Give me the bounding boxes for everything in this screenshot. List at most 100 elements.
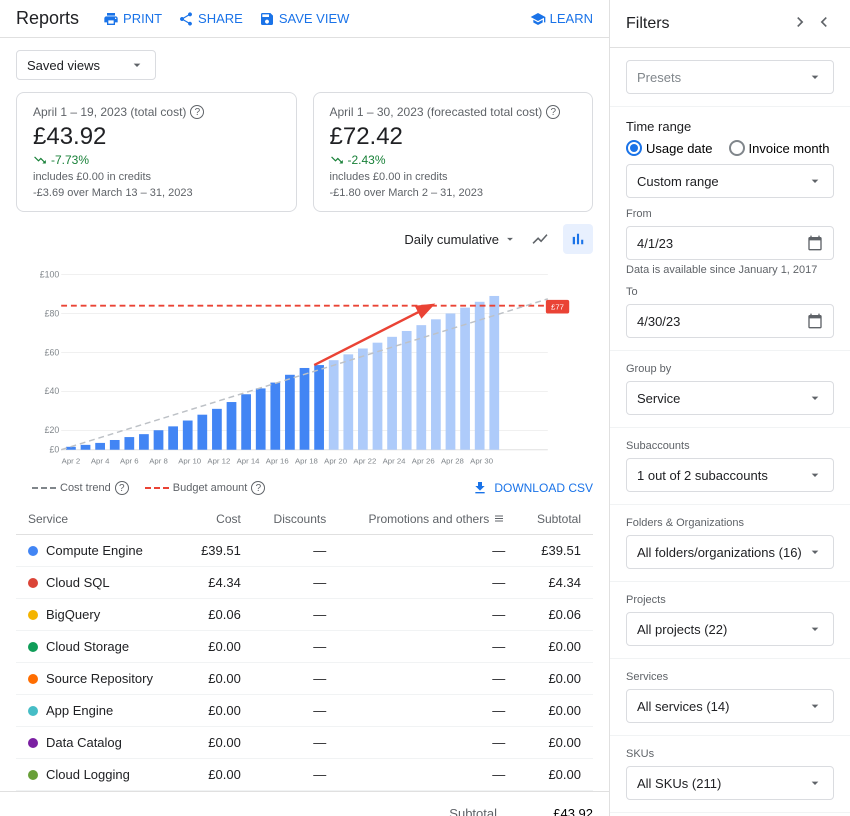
service-dot xyxy=(28,706,38,716)
subtotal-cell: £0.06 xyxy=(517,599,593,631)
learn-button[interactable]: LEARN xyxy=(530,11,593,27)
svg-text:Apr 16: Apr 16 xyxy=(266,456,289,465)
svg-text:£80: £80 xyxy=(45,308,60,318)
discounts-cell: — xyxy=(253,727,338,759)
to-date-input[interactable]: 4/30/23 xyxy=(626,304,834,338)
table-header-row: Service Cost Discounts Promotions and ot… xyxy=(16,504,593,535)
print-icon xyxy=(103,11,119,27)
subtotal-cell: £0.00 xyxy=(517,663,593,695)
service-dot xyxy=(28,770,38,780)
svg-text:Apr 2: Apr 2 xyxy=(62,456,81,465)
service-cell: Cloud Storage xyxy=(16,631,182,663)
folders-section: Folders & Organizations All folders/orga… xyxy=(610,505,850,582)
stat-value-2: £72.42 xyxy=(330,123,577,151)
service-cell: Cloud SQL xyxy=(16,567,182,599)
chart-view-selector[interactable]: Daily cumulative xyxy=(404,232,517,247)
chevron-down-subaccounts xyxy=(807,467,823,483)
cost-cell: £39.51 xyxy=(182,535,253,567)
sort-icon[interactable] xyxy=(493,513,505,525)
share-button[interactable]: SHARE xyxy=(178,11,243,27)
svg-text:£60: £60 xyxy=(45,347,60,357)
svg-text:Apr 18: Apr 18 xyxy=(295,456,318,465)
subtotal-row: Subtotal £43.92 xyxy=(16,804,593,816)
cost-cell: £4.34 xyxy=(182,567,253,599)
trend-down-icon xyxy=(33,153,47,167)
chevron-down-icon xyxy=(129,57,145,73)
discounts-cell: — xyxy=(253,567,338,599)
col-cost: Cost xyxy=(182,504,253,535)
svg-text:Apr 26: Apr 26 xyxy=(412,456,435,465)
collapse-filters-button[interactable] xyxy=(790,12,834,35)
services-table: Service Cost Discounts Promotions and ot… xyxy=(16,504,593,791)
to-section: To 4/30/23 xyxy=(626,286,834,338)
line-chart-icon xyxy=(531,230,549,248)
header: Reports PRINT SHARE SAVE VIEW LEARN xyxy=(0,0,609,38)
promotions-cell: — xyxy=(338,759,517,791)
svg-text:£40: £40 xyxy=(45,386,60,396)
col-discounts: Discounts xyxy=(253,504,338,535)
promotions-cell: — xyxy=(338,663,517,695)
subtotal-cell: £0.00 xyxy=(517,759,593,791)
promotions-cell: — xyxy=(338,535,517,567)
help-icon-trend[interactable]: ? xyxy=(115,481,129,495)
subtotal-cell: £0.00 xyxy=(517,631,593,663)
service-dot xyxy=(28,578,38,588)
promotions-cell: — xyxy=(338,631,517,663)
folders-dropdown[interactable]: All folders/organizations (16) xyxy=(626,535,834,569)
svg-text:Apr 24: Apr 24 xyxy=(383,456,407,465)
discounts-cell: — xyxy=(253,631,338,663)
service-dot xyxy=(28,642,38,652)
invoice-month-radio[interactable]: Invoice month xyxy=(729,140,830,156)
legend-cost-trend: Cost trend ? xyxy=(32,481,129,495)
promotions-cell: — xyxy=(338,727,517,759)
filters-header: Filters xyxy=(610,0,850,48)
table-row: Cloud Storage £0.00 — — £0.00 xyxy=(16,631,593,663)
svg-text:Apr 10: Apr 10 xyxy=(178,456,202,465)
col-promotions: Promotions and others xyxy=(338,504,517,535)
cost-cell: £0.00 xyxy=(182,663,253,695)
stat-cards: April 1 – 19, 2023 (total cost) ? £43.92… xyxy=(0,92,609,224)
presets-dropdown[interactable]: Presets xyxy=(626,60,834,94)
saved-views-dropdown[interactable]: Saved views xyxy=(16,50,156,80)
left-panel: Reports PRINT SHARE SAVE VIEW LEARN Save… xyxy=(0,0,610,816)
skus-dropdown[interactable]: All SKUs (211) xyxy=(626,766,834,800)
discounts-cell: — xyxy=(253,535,338,567)
table-row: BigQuery £0.06 — — £0.06 xyxy=(16,599,593,631)
svg-text:Apr 20: Apr 20 xyxy=(324,456,348,465)
chevron-down-presets xyxy=(807,69,823,85)
help-icon-2[interactable]: ? xyxy=(546,105,560,119)
bar-chart-icon xyxy=(569,230,587,248)
discounts-cell: — xyxy=(253,759,338,791)
from-date-input[interactable]: 4/1/23 xyxy=(626,226,834,260)
line-chart-button[interactable] xyxy=(525,224,555,254)
svg-text:Apr 8: Apr 8 xyxy=(149,456,168,465)
table-row: App Engine £0.00 — — £0.00 xyxy=(16,695,593,727)
cost-cell: £0.06 xyxy=(182,599,253,631)
print-button[interactable]: PRINT xyxy=(103,11,162,27)
discounts-cell: — xyxy=(253,663,338,695)
chart-controls: Daily cumulative xyxy=(16,224,593,254)
services-dropdown[interactable]: All services (14) xyxy=(626,689,834,723)
group-by-dropdown[interactable]: Service xyxy=(626,381,834,415)
skus-section: SKUs All SKUs (211) xyxy=(610,736,850,813)
service-cell: Compute Engine xyxy=(16,535,182,567)
col-subtotal: Subtotal xyxy=(517,504,593,535)
projects-dropdown[interactable]: All projects (22) xyxy=(626,612,834,646)
cost-cell: £0.00 xyxy=(182,631,253,663)
help-icon-1[interactable]: ? xyxy=(190,105,204,119)
services-section: Services All services (14) xyxy=(610,659,850,736)
projects-section: Projects All projects (22) xyxy=(610,582,850,659)
help-icon-budget[interactable]: ? xyxy=(251,481,265,495)
chevron-down-range xyxy=(807,173,823,189)
chevron-down-services xyxy=(807,698,823,714)
save-view-button[interactable]: SAVE VIEW xyxy=(259,11,350,27)
subaccounts-dropdown[interactable]: 1 out of 2 subaccounts xyxy=(626,458,834,492)
subtotal-cell: £4.34 xyxy=(517,567,593,599)
custom-range-dropdown[interactable]: Custom range xyxy=(626,164,834,198)
service-cell: Source Repository xyxy=(16,663,182,695)
usage-date-radio[interactable]: Usage date xyxy=(626,140,713,156)
from-section: From 4/1/23 Data is available since Janu… xyxy=(626,208,834,276)
subaccounts-section: Subaccounts 1 out of 2 subaccounts xyxy=(610,428,850,505)
save-icon xyxy=(259,11,275,27)
bar-chart-button[interactable] xyxy=(563,224,593,254)
